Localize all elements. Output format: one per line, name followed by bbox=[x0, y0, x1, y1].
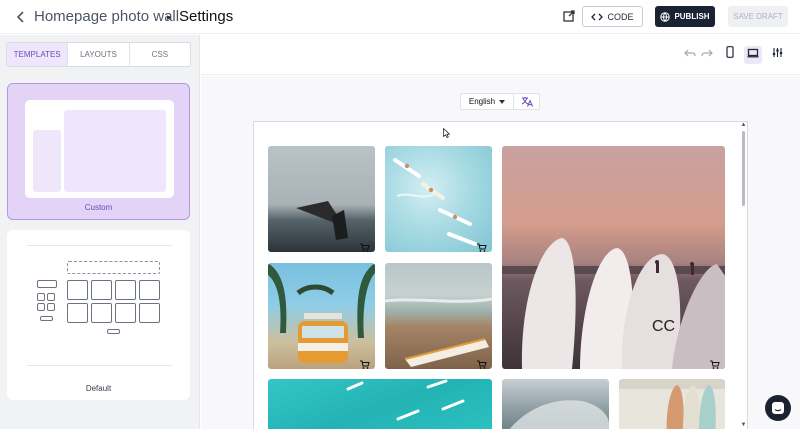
page-title: Settings bbox=[179, 8, 234, 25]
tab-css[interactable]: CSS bbox=[130, 43, 190, 66]
scrollbar-thumb[interactable] bbox=[742, 131, 745, 206]
breadcrumb-separator-icon: ▸ bbox=[167, 12, 172, 22]
mobile-icon[interactable] bbox=[721, 46, 739, 64]
custom-template-thumbnail bbox=[25, 100, 174, 198]
publish-button[interactable]: PUBLISH bbox=[655, 6, 715, 27]
template-card-custom[interactable]: Custom bbox=[7, 83, 190, 220]
language-selected: English bbox=[468, 97, 496, 106]
code-icon bbox=[591, 13, 604, 20]
sidebar-tabs: TEMPLATES LAYOUTS CSS bbox=[6, 42, 191, 67]
sidebar: TEMPLATES LAYOUTS CSS Custom Default bbox=[0, 35, 200, 429]
save-draft-button[interactable]: SAVE DRAFT bbox=[728, 6, 788, 27]
back-arrow-icon[interactable] bbox=[12, 8, 30, 26]
caret-down-icon bbox=[499, 99, 506, 104]
cart-icon[interactable] bbox=[360, 239, 370, 252]
photo-surfers-aerial[interactable] bbox=[385, 146, 492, 252]
photo-cliff-diver[interactable] bbox=[268, 146, 375, 252]
preview-scrollbar[interactable]: ▲ ▼ bbox=[740, 122, 747, 429]
template-label-default: Default bbox=[85, 384, 112, 393]
publish-button-label: PUBLISH bbox=[674, 12, 710, 21]
mouse-cursor-icon bbox=[443, 128, 451, 138]
code-button[interactable]: CODE bbox=[582, 6, 643, 27]
cart-icon[interactable] bbox=[477, 356, 487, 369]
photo-surfboard-rack[interactable] bbox=[619, 379, 725, 429]
save-draft-label: SAVE DRAFT bbox=[733, 12, 783, 21]
cart-icon[interactable] bbox=[477, 239, 487, 252]
template-card-default[interactable]: Default bbox=[7, 230, 190, 400]
photo-turquoise-water[interactable] bbox=[268, 379, 492, 429]
chat-support-icon[interactable] bbox=[765, 395, 791, 421]
top-bar: Homepage photo wall ▸ Settings CODE PUBL… bbox=[0, 0, 800, 34]
svg-text:CC: CC bbox=[652, 318, 675, 335]
photo-orange-van[interactable] bbox=[268, 263, 375, 369]
cart-icon[interactable] bbox=[360, 356, 370, 369]
breadcrumb-parent[interactable]: Homepage photo wall bbox=[34, 7, 179, 27]
globe-icon bbox=[660, 11, 671, 22]
template-label-custom: Custom bbox=[84, 203, 113, 212]
translate-icon[interactable] bbox=[514, 94, 539, 109]
scroll-down-arrow-icon[interactable]: ▼ bbox=[740, 422, 747, 429]
scroll-up-arrow-icon[interactable]: ▲ bbox=[740, 122, 747, 129]
sliders-icon[interactable] bbox=[768, 46, 786, 64]
tab-templates[interactable]: TEMPLATES bbox=[7, 43, 69, 66]
undo-icon[interactable] bbox=[681, 46, 699, 64]
photo-beach-surfboard[interactable] bbox=[385, 263, 492, 369]
cart-icon[interactable] bbox=[710, 356, 720, 369]
tab-layouts[interactable]: LAYOUTS bbox=[68, 43, 130, 66]
photo-wave[interactable] bbox=[502, 379, 609, 429]
language-select[interactable]: English bbox=[461, 94, 514, 109]
desktop-icon[interactable] bbox=[744, 46, 762, 64]
canvas-toolbar bbox=[201, 35, 800, 75]
photo-surfboards-sunset[interactable]: CC bbox=[502, 146, 725, 369]
redo-icon[interactable] bbox=[698, 46, 716, 64]
external-link-icon[interactable] bbox=[561, 8, 577, 24]
code-button-label: CODE bbox=[607, 11, 634, 22]
language-switcher: English bbox=[460, 93, 540, 110]
gallery-preview: CC bbox=[253, 121, 748, 429]
